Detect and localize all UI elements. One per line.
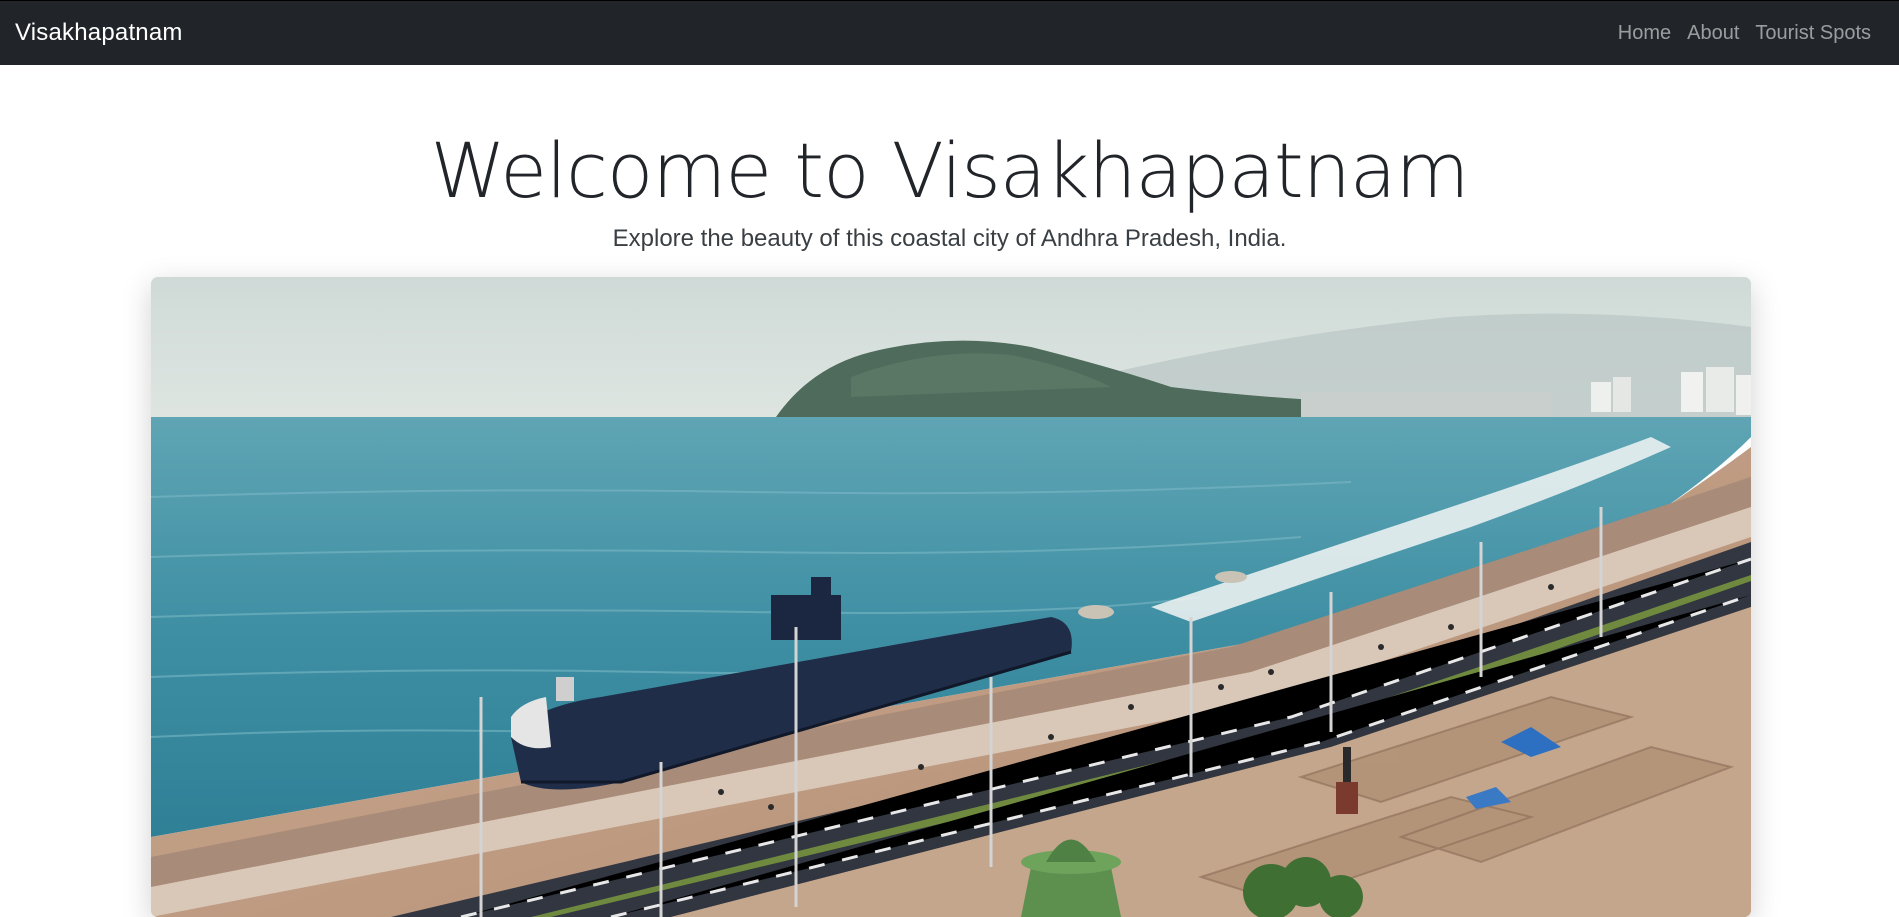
nav-link-home[interactable]: Home: [1610, 14, 1679, 53]
page-title: Welcome to Visakhapatnam: [430, 126, 1470, 215]
nav-link-tourist-spots[interactable]: Tourist Spots: [1747, 14, 1879, 53]
brand-link[interactable]: Visakhapatnam: [15, 19, 183, 47]
coastline-photo-illustration: [151, 277, 1751, 917]
page-subtitle: Explore the beauty of this coastal city …: [612, 225, 1287, 252]
nav-link-about[interactable]: About: [1679, 14, 1747, 53]
navbar: Visakhapatnam Home About Tourist Spots: [0, 0, 1899, 65]
city-photo: [151, 277, 1751, 917]
nav-links: Home About Tourist Spots: [1610, 14, 1879, 53]
